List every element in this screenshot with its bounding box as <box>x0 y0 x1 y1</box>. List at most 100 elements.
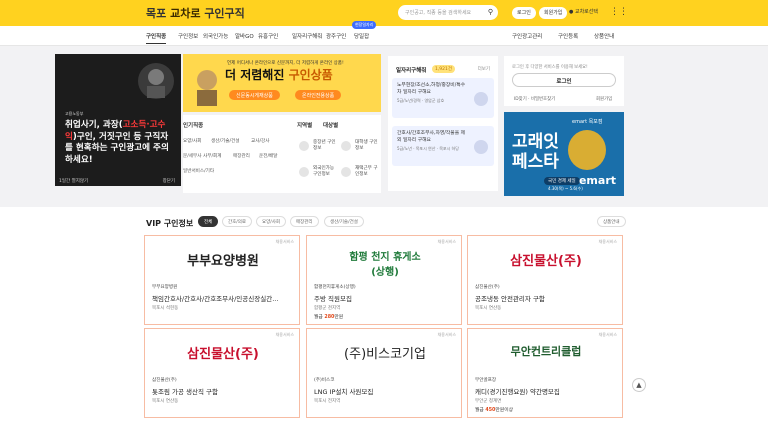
category-item[interactable]: 문/세무사 <box>183 153 201 159</box>
company-name: (주)비스코 <box>314 378 335 383</box>
vip-tab-production[interactable]: 생산/기술/건설 <box>324 216 364 227</box>
job-location: 목포시 전지역 <box>314 399 341 404</box>
nav-job-register[interactable]: 구인등록 <box>558 32 578 40</box>
find-job-count: 1,921건 <box>432 65 456 73</box>
job-location: 목포시 연산동 <box>152 399 179 404</box>
logo-suffix: 구인구직 <box>204 7 245 20</box>
foreigner-link[interactable]: 외국인가능 구인정보 <box>313 166 339 178</box>
login-button[interactable]: 로그인 <box>512 7 536 19</box>
category-item[interactable]: 사무/회계 <box>203 153 221 159</box>
student-icon <box>341 141 351 151</box>
popular-jobs-title: 인기직종 <box>183 123 204 129</box>
person-icon <box>474 92 488 106</box>
nav-item-jobtype[interactable]: 구인직종 <box>146 32 167 44</box>
nav-ad-manage[interactable]: 구인광고관리 <box>512 32 542 40</box>
student-link[interactable]: 대학생 구인정보 <box>355 140 379 152</box>
company-name: 삼진물산(주) <box>475 285 500 290</box>
foreigner-icon <box>299 167 309 177</box>
target-tab[interactable]: 대상별 <box>323 121 338 129</box>
category-item[interactable]: 교사/강사 <box>251 138 269 144</box>
vip-tab-care[interactable]: 요양/사회 <box>256 216 287 227</box>
category-item[interactable]: 일반서비스/기타 <box>183 168 214 174</box>
nav-item-gwangju[interactable]: 광주구인 <box>326 32 346 40</box>
find-job-title: 일자리구해줘 <box>396 68 427 74</box>
middle-aged-link[interactable]: 중장년 구인정보 <box>313 140 337 152</box>
popup-footer: 1일간 열지않기 창닫기 <box>55 175 181 186</box>
mascot-icon <box>197 70 217 106</box>
vip-tab-medical[interactable]: 간호/의료 <box>222 216 253 227</box>
cartoon-figure-icon <box>138 63 174 99</box>
ad-title: 고래잇 페스타 <box>512 132 559 172</box>
product-banner[interactable]: 언제 어디서나 온라인으로 신문까지, 더 저렴하게 온라인 상품! 더 저렴해… <box>183 54 381 112</box>
vip-product-info-button[interactable]: 상품안내 <box>597 216 626 227</box>
card-meta: 5급/노년/경력 · 영암군 삼호 <box>397 98 445 103</box>
find-job-panel: 일자리구해줘 1,921건 더보기 <box>388 56 498 191</box>
location-selector[interactable]: ● 교차로선택 <box>569 8 598 15</box>
popup-close-button[interactable]: 창닫기 <box>163 178 175 184</box>
new-badge: 현장일자리 <box>352 21 377 29</box>
job-pay: 월급 280만원 <box>314 315 344 320</box>
job-location: 목포시 연산동 <box>475 306 502 311</box>
category-item[interactable]: 운전/배달 <box>259 153 277 159</box>
nav-item-sameday[interactable]: 당일잡 <box>354 32 369 40</box>
scroll-top-button[interactable]: ▲ <box>632 378 646 392</box>
login-panel: 로그인 후 다양한 서비스를 이용해 보세요! 로그인 ID찾기 · 비밀번호찾… <box>504 56 624 106</box>
location-label: 교차로선택 <box>574 9 598 15</box>
join-link[interactable]: 회원가입 <box>596 96 612 102</box>
category-item[interactable]: 생산/기술/건설 <box>211 138 239 144</box>
vip-title: VIP 구인정보 <box>146 219 194 228</box>
popup-dont-show-button[interactable]: 1일간 열지않기 <box>59 179 88 184</box>
company-logo: 함평 천지 휴게소(상행) <box>349 252 421 278</box>
nav-item-entertainment[interactable]: 유흥구인 <box>258 32 278 40</box>
category-panel: 인기직종 요양/사회 생산/기술/건설 교사/강사 문/세무사 사무/회계 매장… <box>183 115 381 193</box>
job-title: LNG IP설치 사원모집 <box>314 388 374 396</box>
job-card[interactable]: 채용서비스 부부요양병원 부부요양병원 책임간호사/간호사/간호조무사/인공신장… <box>144 235 300 325</box>
nav-item-albago[interactable]: 알바GO <box>235 32 254 40</box>
job-location: 목포시 석현동 <box>152 306 179 311</box>
nav-item-findjob[interactable]: 일자리구해줘 <box>292 32 322 40</box>
nav-item-foreigner[interactable]: 외국인가능 <box>203 32 228 40</box>
search-icon[interactable]: ⚲ <box>488 8 493 16</box>
company-logo: 삼진물산(주) <box>187 347 259 362</box>
person-icon <box>474 140 488 154</box>
search-input[interactable]: 구인공고, 직종 등을 검색하세요 ⚲ <box>398 5 498 20</box>
job-card[interactable]: 채용서비스 삼진물산(주) 삼진물산(주) 톳조림 가공 생산직 구함 목포시 … <box>144 328 300 418</box>
find-job-more-link[interactable]: 더보기 <box>478 66 490 72</box>
newspaper-product-button[interactable]: 신문동시게재상품 <box>229 90 280 100</box>
company-logo: 부부요양병원 <box>187 254 259 269</box>
ad-tag: 채용서비스 <box>437 239 456 244</box>
ad-tag: 채용서비스 <box>598 239 617 244</box>
online-product-button[interactable]: 온라인전용상품 <box>295 90 342 100</box>
nav-product-info[interactable]: 상품안내 <box>594 32 614 40</box>
signup-button[interactable]: 회원가입 <box>539 7 568 19</box>
job-card[interactable]: 채용서비스 함평 천지 휴게소(상행) 함평천지휴게소(상행) 주방 직원모집 … <box>306 235 462 325</box>
ad-brand: emart <box>578 174 616 187</box>
job-card[interactable]: 채용서비스 삼진물산(주) 삼진물산(주) 공조냉동 안전관리자 구함 목포시 … <box>467 235 623 325</box>
card-meta: 5급/노년 · 목포시 연산 · 목포시 하당 <box>397 146 459 151</box>
job-card[interactable]: 채용서비스 (주)비스코기업 (주)비스코 LNG IP설치 사원모집 목포시 … <box>306 328 462 418</box>
company-name: 부부요양병원 <box>152 285 178 290</box>
job-card[interactable]: 채용서비스 무안컨트리클럽 무안골프장 캐디(경기진행요원) 약간명모집 무안군… <box>467 328 623 418</box>
login-panel-button[interactable]: 로그인 <box>512 73 616 87</box>
ad-tag: 채용서비스 <box>598 332 617 337</box>
category-item[interactable]: 매장관리 <box>233 153 250 159</box>
region-tab[interactable]: 지역별 <box>297 121 312 129</box>
middle-aged-icon <box>299 141 309 151</box>
vip-tab-all[interactable]: 전체 <box>198 216 219 227</box>
vip-tab-store[interactable]: 매장관리 <box>290 216 319 227</box>
find-job-card[interactable]: 노무현장/조선소,하청/중장비/특수차 일자리 구해요 5급/노년/경력 · 영… <box>392 78 494 118</box>
company-name: 함평천지휴게소(상행) <box>314 285 356 290</box>
grid-menu-icon[interactable]: ⋮⋮ <box>610 7 628 17</box>
remote-link[interactable]: 재택근무 구인정보 <box>355 166 379 178</box>
ad-subtitle: 국민 경제 세일 <box>544 177 580 185</box>
category-item[interactable]: 요양/사회 <box>183 138 201 144</box>
top-header: 목포 교차로 구인구직 구인공고, 직종 등을 검색하세요 ⚲ 로그인 회원가입… <box>0 0 768 26</box>
site-logo[interactable]: 목포 교차로 구인구직 <box>146 5 245 21</box>
find-job-card[interactable]: 간호사/간호조무사,자영/작물을 제외 일자리 구해요 5급/노년 · 목포시 … <box>392 126 494 166</box>
job-title: 주방 직원모집 <box>314 295 352 303</box>
emart-ad[interactable]: emart 목포점 고래잇 페스타 국민 경제 세일 4.30(목) ~ 5.6… <box>504 112 624 196</box>
find-account-link[interactable]: ID찾기 · 비밀번호찾기 <box>514 96 555 102</box>
nav-item-jobinfo[interactable]: 구인정보 <box>178 32 198 40</box>
search-placeholder: 구인공고, 직종 등을 검색하세요 <box>405 10 472 16</box>
location-pin-icon: ● <box>569 9 574 15</box>
